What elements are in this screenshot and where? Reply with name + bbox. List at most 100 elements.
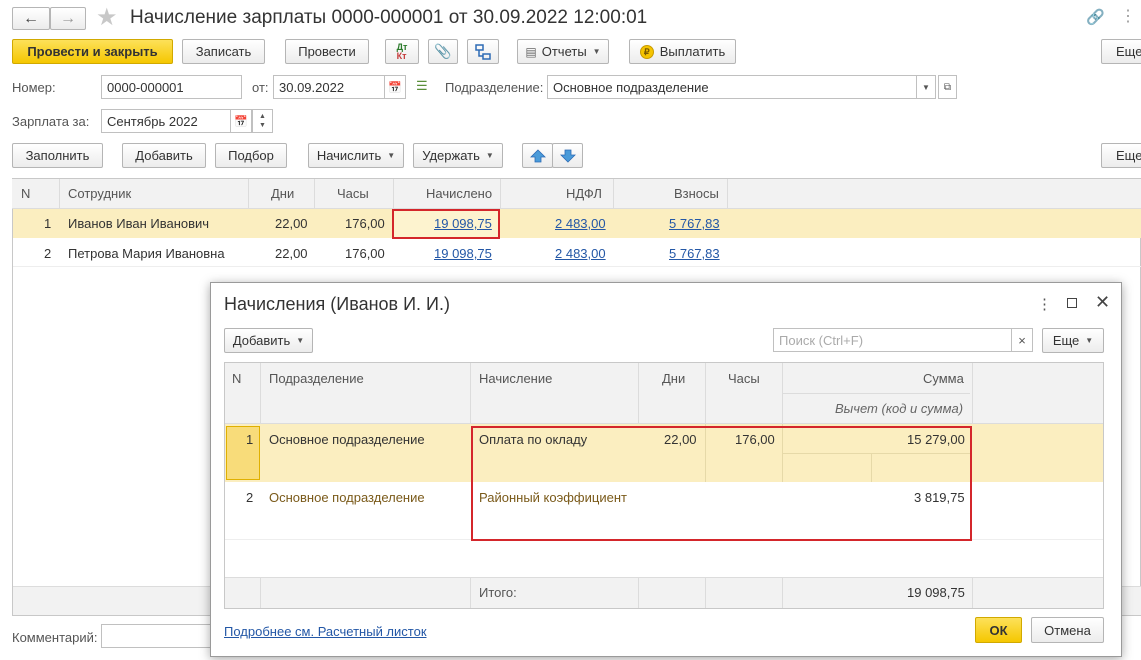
- number-label: Номер:: [12, 80, 56, 95]
- col-separator: [972, 577, 973, 608]
- move-up-button[interactable]: [522, 143, 553, 168]
- col-separator: [638, 577, 639, 608]
- col-header-deduction: Вычет (код и сумма): [835, 401, 964, 416]
- calendar-button[interactable]: 📅: [384, 75, 406, 99]
- division-open-button[interactable]: ⧉: [938, 75, 957, 99]
- dialog-add-button[interactable]: Добавить ▼: [224, 328, 313, 353]
- row-number: 1: [44, 216, 52, 231]
- division-field[interactable]: Основное подразделение: [547, 75, 918, 99]
- structure-button[interactable]: [467, 39, 499, 64]
- hierarchy-icon: [475, 43, 491, 60]
- arrow-up-icon: [529, 148, 546, 162]
- col-separator: [782, 577, 783, 608]
- post-and-close-button[interactable]: Провести и закрыть: [12, 39, 173, 64]
- division-value: Основное подразделение: [269, 432, 425, 447]
- col-separator: [260, 577, 261, 608]
- col-separator: [705, 577, 706, 608]
- favorite-star-icon[interactable]: ★: [96, 3, 118, 32]
- accrue-label: Начислить: [316, 148, 382, 163]
- dropdown-caret-icon: ▼: [296, 336, 305, 345]
- chevron-up-icon[interactable]: ▲: [259, 112, 266, 121]
- pick-button[interactable]: Подбор: [215, 143, 287, 168]
- col-separator: [613, 179, 614, 209]
- arrow-right-icon: →: [60, 9, 76, 27]
- division-dropdown-button[interactable]: ▼: [916, 75, 936, 99]
- report-icon: ▤: [525, 44, 537, 59]
- accrued-link[interactable]: 19 098,75: [434, 216, 492, 231]
- period-stepper[interactable]: ▲ ▼: [252, 109, 273, 133]
- col-separator: [59, 179, 60, 209]
- number-field[interactable]: 0000-000001: [101, 75, 242, 99]
- reports-label: Отчеты: [541, 44, 587, 59]
- hours-value: 176,00: [345, 246, 385, 261]
- arrow-left-icon: ←: [23, 9, 39, 27]
- col-header-n: N: [21, 186, 31, 201]
- row-selector[interactable]: [226, 426, 260, 480]
- link-icon[interactable]: 🔗: [1086, 8, 1105, 26]
- comment-field[interactable]: [101, 624, 221, 648]
- post-button[interactable]: Провести: [285, 39, 369, 64]
- division-label: Подразделение:: [445, 80, 544, 95]
- col-separator: [260, 363, 261, 424]
- withhold-button[interactable]: Удержать ▼: [413, 143, 503, 168]
- back-button[interactable]: ←: [12, 7, 50, 30]
- col-separator: [470, 363, 471, 424]
- attach-button[interactable]: 📎: [428, 39, 458, 64]
- clear-search-button[interactable]: ×: [1011, 328, 1033, 352]
- dialog-more-button[interactable]: Еще ▼: [1042, 328, 1104, 353]
- ndfl-link[interactable]: 2 483,00: [555, 246, 606, 261]
- forward-button[interactable]: →: [50, 7, 86, 30]
- more-button-table[interactable]: Еще: [1101, 143, 1141, 168]
- accrued-link[interactable]: 19 098,75: [434, 246, 492, 261]
- accruals-dialog: Начисления (Иванов И. И.) ⋮ ✕ Добавить ▼…: [210, 282, 1122, 657]
- reports-button[interactable]: ▤ Отчеты ▼: [517, 39, 609, 64]
- write-button[interactable]: Записать: [182, 39, 265, 64]
- col-separator: [500, 179, 501, 209]
- chevron-down-icon: ▼: [922, 82, 930, 92]
- dropdown-caret-icon: ▼: [387, 151, 396, 160]
- dt-kt-button[interactable]: Дт Кт: [385, 39, 419, 64]
- chevron-down-icon[interactable]: ▼: [259, 121, 266, 130]
- move-down-button[interactable]: [552, 143, 583, 168]
- cancel-button[interactable]: Отмена: [1031, 617, 1104, 643]
- dropdown-caret-icon: ▼: [1085, 336, 1094, 345]
- contrib-link[interactable]: 5 767,83: [669, 216, 720, 231]
- close-icon[interactable]: ✕: [1095, 292, 1110, 313]
- ok-button[interactable]: ОК: [975, 617, 1022, 643]
- fill-button[interactable]: Заполнить: [12, 143, 103, 168]
- deduction-subheader-bg: [783, 393, 970, 394]
- col-separator: [393, 179, 394, 209]
- total-value: 19 098,75: [907, 585, 965, 600]
- col-separator: [248, 179, 249, 209]
- accrual-highlight-box: [471, 426, 972, 541]
- col-separator: [638, 363, 639, 424]
- payslip-link[interactable]: Подробнее см. Расчетный листок: [224, 624, 427, 639]
- period-calendar-button[interactable]: 📅: [230, 109, 252, 133]
- clear-icon: ×: [1018, 332, 1026, 348]
- more-vertical-icon[interactable]: ⋮: [1037, 295, 1052, 313]
- more-button-top[interactable]: Еще: [1101, 39, 1141, 64]
- dialog-title: Начисления (Иванов И. И.): [224, 294, 450, 314]
- date-field[interactable]: 30.09.2022: [273, 75, 385, 99]
- contrib-link[interactable]: 5 767,83: [669, 246, 720, 261]
- paperclip-icon: 📎: [434, 43, 452, 59]
- pay-button[interactable]: ₽ Выплатить: [629, 39, 736, 64]
- col-header-contrib: Взносы: [674, 186, 719, 201]
- salary-period-field[interactable]: Сентябрь 2022: [101, 109, 231, 133]
- dialog-search-input[interactable]: Поиск (Ctrl+F): [773, 328, 1012, 352]
- row-number: 2: [246, 490, 254, 505]
- more-vertical-icon[interactable]: ⋮: [1120, 6, 1136, 26]
- maximize-icon[interactable]: [1067, 298, 1077, 308]
- col-header-accrual: Начисление: [479, 371, 553, 386]
- total-label: Итого:: [479, 585, 517, 600]
- open-icon: ⧉: [943, 81, 952, 93]
- add-button[interactable]: Добавить: [122, 143, 206, 168]
- ndfl-link[interactable]: 2 483,00: [555, 216, 606, 231]
- col-separator: [782, 363, 783, 424]
- comment-label: Комментарий:: [12, 630, 98, 645]
- dropdown-caret-icon: ▼: [485, 151, 494, 160]
- division-value: Основное подразделение: [269, 490, 425, 505]
- hours-value: 176,00: [345, 216, 385, 231]
- accrue-button[interactable]: Начислить ▼: [308, 143, 404, 168]
- col-separator: [727, 179, 728, 209]
